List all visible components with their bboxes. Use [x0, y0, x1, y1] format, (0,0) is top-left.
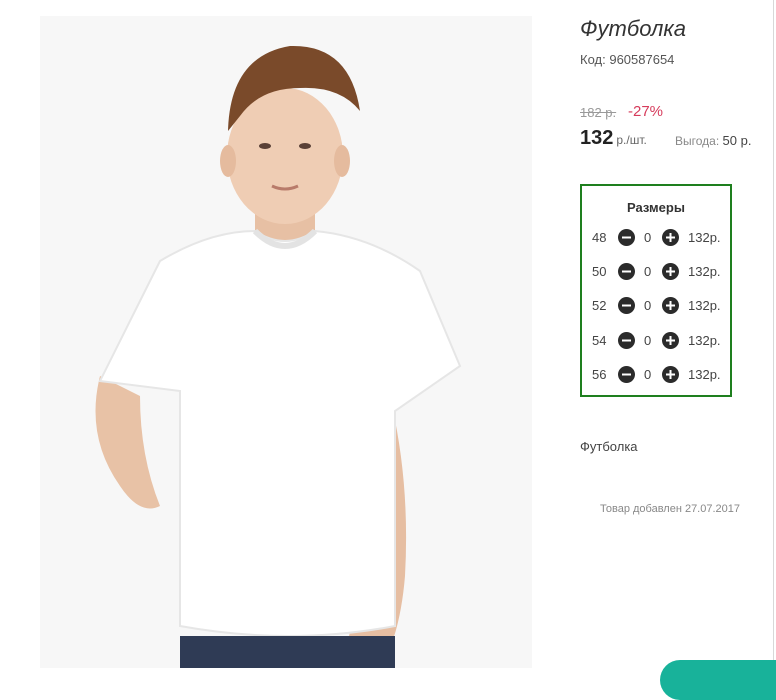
page-divider: [773, 0, 774, 668]
size-label: 48: [592, 230, 607, 245]
plus-circle-icon[interactable]: [662, 229, 679, 246]
size-row: 52 0 132р.: [582, 296, 730, 316]
size-price: 132р.: [688, 264, 721, 279]
plus-circle-icon[interactable]: [662, 297, 679, 314]
sizes-title: Размеры: [627, 200, 685, 215]
quantity-value: 0: [644, 230, 652, 245]
size-row: 54 0 132р.: [582, 331, 730, 351]
product-photo[interactable]: [40, 16, 532, 668]
savings-label: Выгода:: [675, 134, 720, 148]
savings-value: 50 р.: [722, 133, 752, 148]
size-price: 132р.: [688, 298, 721, 313]
size-price: 132р.: [688, 367, 721, 382]
minus-circle-icon[interactable]: [618, 366, 635, 383]
product-description: Футболка: [580, 439, 638, 454]
minus-circle-icon[interactable]: [618, 229, 635, 246]
sizes-panel: Размеры 48 0 132р. 50 0 132р. 52 0 132р.…: [580, 184, 732, 397]
current-price: 132: [580, 127, 614, 149]
quantity-value: 0: [644, 264, 652, 279]
plus-circle-icon[interactable]: [662, 366, 679, 383]
product-code-value: 960587654: [609, 52, 675, 67]
discount-badge: -27%: [628, 103, 664, 120]
plus-circle-icon[interactable]: [662, 332, 679, 349]
minus-circle-icon[interactable]: [618, 332, 635, 349]
product-code: Код: 960587654: [580, 52, 674, 67]
size-row: 48 0 132р.: [582, 228, 730, 248]
added-date: Товар добавлен 27.07.2017: [600, 503, 741, 515]
old-price: 182 р.: [580, 105, 617, 120]
product-code-label: Код:: [580, 52, 606, 67]
plus-circle-icon[interactable]: [662, 263, 679, 280]
product-title: Футболка: [580, 16, 686, 41]
quantity-value: 0: [644, 298, 652, 313]
size-label: 52: [592, 298, 607, 313]
minus-circle-icon[interactable]: [618, 297, 635, 314]
minus-circle-icon[interactable]: [618, 263, 635, 280]
size-label: 56: [592, 367, 607, 382]
size-price: 132р.: [688, 333, 721, 348]
floating-action-button[interactable]: [660, 660, 776, 700]
price-row: 132 р./шт.: [580, 127, 647, 150]
size-label: 54: [592, 333, 607, 348]
size-row: 50 0 132р.: [582, 262, 730, 282]
quantity-value: 0: [644, 367, 652, 382]
size-price: 132р.: [688, 230, 721, 245]
price-unit: р./шт.: [616, 133, 647, 147]
quantity-value: 0: [644, 333, 652, 348]
size-row: 56 0 132р.: [582, 365, 730, 385]
size-label: 50: [592, 264, 607, 279]
savings: Выгода: 50 р.: [675, 133, 751, 148]
